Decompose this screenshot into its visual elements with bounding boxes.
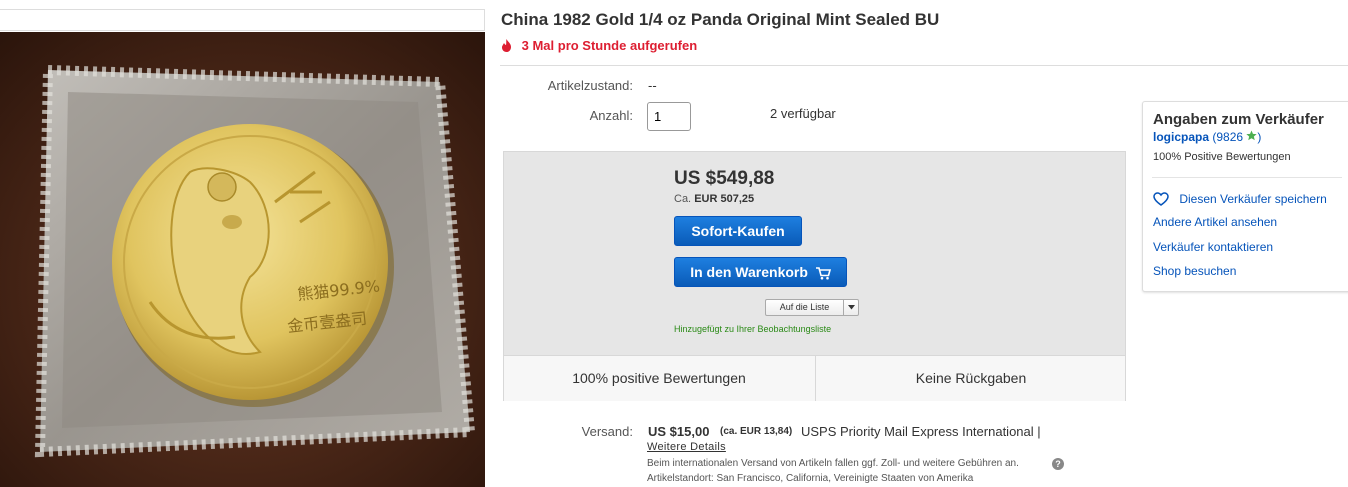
- add-to-cart-button[interactable]: In den Warenkorb: [674, 257, 847, 287]
- location-value: San Francisco, California, Vereinigte St…: [716, 473, 974, 484]
- title-divider: [500, 65, 1348, 66]
- watchlist-dropdown[interactable]: Auf die Liste: [765, 299, 859, 316]
- add-to-cart-label: In den Warenkorb: [690, 264, 808, 280]
- shipping-approx-price: (ca. EUR 13,84): [720, 426, 793, 437]
- seller-other-items-link[interactable]: Andere Artikel ansehen: [1153, 215, 1277, 229]
- buy-now-label: Sofort-Kaufen: [691, 223, 785, 239]
- location-label: Artikelstandort:: [647, 473, 714, 484]
- highlight-no-returns: Keine Rückgaben: [815, 356, 1126, 401]
- save-seller-link[interactable]: Diesen Verkäufer speichern: [1153, 192, 1327, 206]
- shipping-service: USPS Priority Mail Express International…: [801, 424, 1041, 439]
- seller-feedback-score[interactable]: (9826 ): [1212, 130, 1261, 144]
- product-title: China 1982 Gold 1/4 oz Panda Original Mi…: [501, 10, 940, 29]
- contact-seller-link[interactable]: Verkäufer kontaktieren: [1153, 240, 1273, 254]
- save-seller-label: Diesen Verkäufer speichern: [1179, 192, 1327, 206]
- views-text: 3 Mal pro Stunde aufgerufen: [521, 38, 698, 53]
- buy-now-button[interactable]: Sofort-Kaufen: [674, 216, 802, 246]
- approx-price: Ca. EUR 507,25: [674, 193, 754, 205]
- shipping-price: US $15,00: [648, 424, 710, 439]
- item-location: Artikelstandort: San Francisco, Californ…: [647, 473, 973, 484]
- seller-panel-heading: Angaben zum Verkäufer: [1153, 111, 1324, 128]
- heart-icon: [1153, 192, 1179, 206]
- availability-text: 2 verfügbar: [770, 106, 836, 121]
- product-image[interactable]: 熊猫99.9% 金币壹盎司: [0, 32, 485, 487]
- image-top-bar: [0, 9, 485, 31]
- cart-icon: [812, 264, 831, 280]
- quantity-input[interactable]: [647, 102, 691, 131]
- help-icon[interactable]: ?: [1052, 458, 1064, 470]
- customs-note: Beim internationalen Versand von Artikel…: [647, 458, 1019, 469]
- star-icon: [1246, 130, 1258, 144]
- seller-score-value: (9826: [1212, 130, 1244, 144]
- watchlist-label: Auf die Liste: [779, 302, 830, 312]
- visit-store-link[interactable]: Shop besuchen: [1153, 264, 1236, 278]
- seller-name-link[interactable]: logicpapa: [1153, 130, 1209, 144]
- seller-score-close: ): [1257, 130, 1262, 144]
- shipping-label: Versand:: [581, 424, 633, 439]
- approx-value: EUR 507,25: [694, 193, 755, 205]
- condition-value: --: [648, 78, 657, 93]
- quantity-label: Anzahl:: [589, 108, 633, 123]
- item-price: US $549,88: [674, 168, 775, 189]
- highlights-row: 100% positive Bewertungen Keine Rückgabe…: [504, 355, 1125, 401]
- condition-label: Artikelzustand:: [547, 78, 633, 93]
- seller-identity: logicpapa (9826 ): [1153, 130, 1261, 144]
- seller-divider: [1152, 177, 1342, 178]
- seller-positive-rating: 100% Positive Bewertungen: [1153, 151, 1291, 163]
- shipping-details-link[interactable]: Weitere Details: [647, 441, 726, 453]
- approx-prefix: Ca.: [674, 193, 692, 205]
- views-indicator: 3 Mal pro Stunde aufgerufen: [501, 38, 697, 53]
- flame-icon: [501, 38, 522, 53]
- highlight-positive-feedback: 100% positive Bewertungen: [572, 370, 746, 386]
- chevron-down-icon[interactable]: [843, 300, 859, 315]
- watchlist-added-message: Hinzugefügt zu Ihrer Beobachtungsliste: [674, 324, 832, 334]
